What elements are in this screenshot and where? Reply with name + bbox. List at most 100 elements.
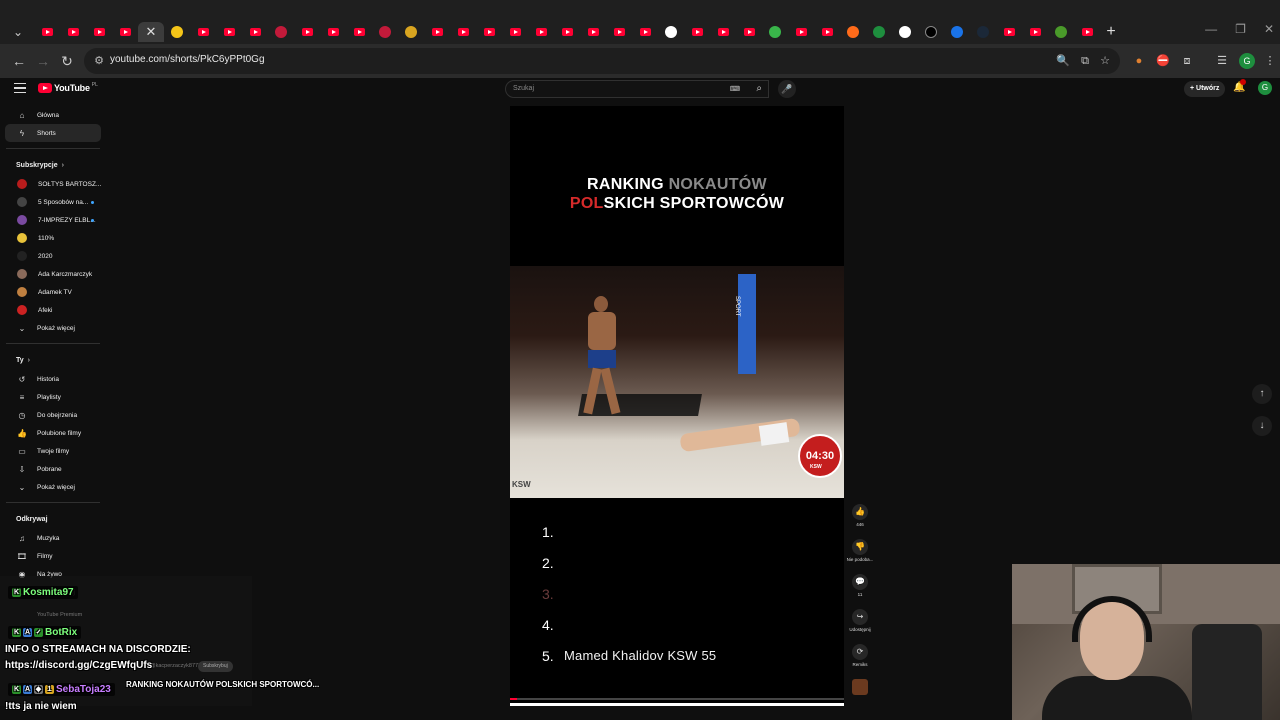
extension-icon[interactable]: ●	[1131, 53, 1147, 69]
back-icon[interactable]: ←	[10, 52, 28, 70]
sidebar-subscription-item[interactable]: 2020	[0, 247, 106, 265]
profile-avatar[interactable]: G	[1239, 53, 1255, 69]
browser-tab[interactable]	[762, 22, 788, 42]
guide-menu-icon[interactable]	[14, 83, 26, 93]
sidebar-item-główna[interactable]: ⌂ Główna	[0, 106, 106, 124]
search-box[interactable]: Szukaj ⌨ ⌕	[505, 80, 769, 98]
sidebar-item-twoje-filmy-4[interactable]: ▭ Twoje filmy	[0, 442, 106, 460]
browser-tab[interactable]	[346, 22, 372, 42]
close-window-icon[interactable]: ✕	[1264, 22, 1274, 36]
url-text[interactable]: youtube.com/shorts/PkC6yPPt0Gg	[110, 54, 265, 65]
sidebar-item-pokaż-więcej-6[interactable]: ⌄ Pokaż więcej	[0, 478, 106, 496]
share-icon[interactable]: ↪	[852, 609, 868, 625]
next-short-arrow-down-icon[interactable]: ↓	[1252, 416, 1272, 436]
browser-tab[interactable]	[294, 22, 320, 42]
browser-tab[interactable]	[684, 22, 710, 42]
comment-button[interactable]: 💬 11	[846, 574, 874, 609]
shorts-player[interactable]: RANKING NOKAUTÓW POLSKICH SPORTOWCÓW SPO…	[510, 106, 844, 706]
browser-tab[interactable]	[580, 22, 606, 42]
browser-tab[interactable]	[424, 22, 450, 42]
keyboard-icon[interactable]: ⌨	[730, 85, 740, 93]
browser-tab[interactable]	[320, 22, 346, 42]
site-info-icon[interactable]: ⚙	[92, 54, 106, 68]
share-button[interactable]: ↪ Udostępnij	[846, 609, 874, 644]
search-icon[interactable]: ⌕	[756, 83, 762, 94]
you-header[interactable]: Ty ›	[0, 350, 106, 370]
remix-button[interactable]: ⟳ Remiks	[846, 644, 874, 679]
browser-tab[interactable]	[502, 22, 528, 42]
close-tab-icon[interactable]: ✕	[146, 24, 157, 40]
reading-list-icon[interactable]: ☰	[1214, 53, 1230, 69]
browser-tab[interactable]	[528, 22, 554, 42]
sidebar-subscription-item[interactable]: 5 Sposobów na...	[0, 193, 106, 211]
address-bar[interactable]: ⚙ youtube.com/shorts/PkC6yPPt0Gg 🔍 ⧉ ☆	[84, 48, 1120, 74]
create-button[interactable]: + Utwórz	[1184, 81, 1226, 97]
browser-tab[interactable]	[788, 22, 814, 42]
browser-tab[interactable]	[372, 22, 398, 42]
tab-search-dropdown-icon[interactable]: ⌄	[10, 24, 26, 40]
browser-tab[interactable]	[840, 22, 866, 42]
sidebar-subscription-item[interactable]: Ada Karczmarczyk	[0, 265, 106, 283]
voice-search-icon[interactable]: 🎤	[778, 80, 796, 98]
browser-tab[interactable]	[60, 22, 86, 42]
video-progress-bar[interactable]	[510, 698, 844, 700]
sidebar-item-muzyka-e0[interactable]: ♫ Muzyka	[0, 529, 106, 547]
browser-tab[interactable]	[944, 22, 970, 42]
sidebar-item-historia-0[interactable]: ↺ Historia	[0, 370, 106, 388]
sidebar-item-do-obejrzenia-2[interactable]: ◷ Do obejrzenia	[0, 406, 106, 424]
browser-tab[interactable]	[450, 22, 476, 42]
browser-tab[interactable]	[268, 22, 294, 42]
minimize-icon[interactable]: —	[1205, 22, 1217, 36]
sidebar-subscription-item[interactable]: 7-IMPREZY ELBL...	[0, 211, 106, 229]
browser-tab[interactable]	[242, 22, 268, 42]
browser-tab[interactable]	[1048, 22, 1074, 42]
browser-tab[interactable]	[1022, 22, 1048, 42]
sidebar-subscription-item[interactable]: SOŁTYS BARTOSZ...	[0, 175, 106, 193]
browser-tab[interactable]	[476, 22, 502, 42]
browser-tab[interactable]: ✕	[138, 22, 164, 42]
browser-tab[interactable]	[86, 22, 112, 42]
browser-tab[interactable]	[658, 22, 684, 42]
browser-tab[interactable]	[866, 22, 892, 42]
browser-tab[interactable]	[606, 22, 632, 42]
sidebar-item-polubione-filmy-3[interactable]: 👍 Polubione filmy	[0, 424, 106, 442]
previous-short-arrow-up-icon[interactable]: ↑	[1252, 384, 1272, 404]
bookmark-star-icon[interactable]: ☆	[1098, 54, 1112, 68]
dislike-icon[interactable]: 👎	[852, 539, 868, 555]
adblock-icon[interactable]: ⛔	[1155, 53, 1171, 69]
remix-icon[interactable]: ⟳	[852, 644, 868, 660]
restore-icon[interactable]: ❐	[1235, 22, 1246, 36]
browser-tab[interactable]	[164, 22, 190, 42]
browser-tab[interactable]	[814, 22, 840, 42]
account-avatar[interactable]: G	[1258, 81, 1272, 95]
sidebar-subscription-item[interactable]: Adamek TV	[0, 283, 106, 301]
like-icon[interactable]: 👍	[852, 504, 868, 520]
browser-tab[interactable]	[1074, 22, 1100, 42]
sidebar-item-playlisty-1[interactable]: ≡ Playlisty	[0, 388, 106, 406]
browser-menu-icon[interactable]: ⋮	[1262, 53, 1278, 69]
browser-tab[interactable]	[736, 22, 762, 42]
browser-tab[interactable]	[710, 22, 736, 42]
comment-icon[interactable]: 💬	[852, 574, 868, 590]
browser-tab[interactable]	[216, 22, 242, 42]
browser-tab[interactable]	[34, 22, 60, 42]
browser-tab[interactable]	[918, 22, 944, 42]
audio-source-thumbnail[interactable]	[852, 679, 868, 695]
browser-tab[interactable]	[112, 22, 138, 42]
browser-tab[interactable]	[554, 22, 580, 42]
extensions-puzzle-icon[interactable]: ⧈	[1179, 53, 1195, 69]
browser-tab[interactable]	[892, 22, 918, 42]
like-button[interactable]: 👍 446	[846, 504, 874, 539]
sidebar-item-shorts[interactable]: ϟ Shorts	[5, 124, 101, 142]
browser-tab[interactable]	[632, 22, 658, 42]
sidebar-subscription-item[interactable]: Afeki	[0, 301, 106, 319]
new-tab-button[interactable]: +	[1100, 23, 1122, 41]
sidebar-item-pobrane-5[interactable]: ⇩ Pobrane	[0, 460, 106, 478]
browser-tab[interactable]	[970, 22, 996, 42]
install-app-icon[interactable]: ⧉	[1078, 54, 1092, 68]
zoom-icon[interactable]: 🔍	[1056, 54, 1070, 68]
sidebar-item-filmy-e1[interactable]: 🎞 Filmy	[0, 547, 106, 565]
dislike-button[interactable]: 👎 Nie podoba...	[846, 539, 874, 574]
youtube-logo[interactable]: YouTube PL	[38, 82, 98, 93]
forward-icon[interactable]: →	[34, 52, 52, 70]
